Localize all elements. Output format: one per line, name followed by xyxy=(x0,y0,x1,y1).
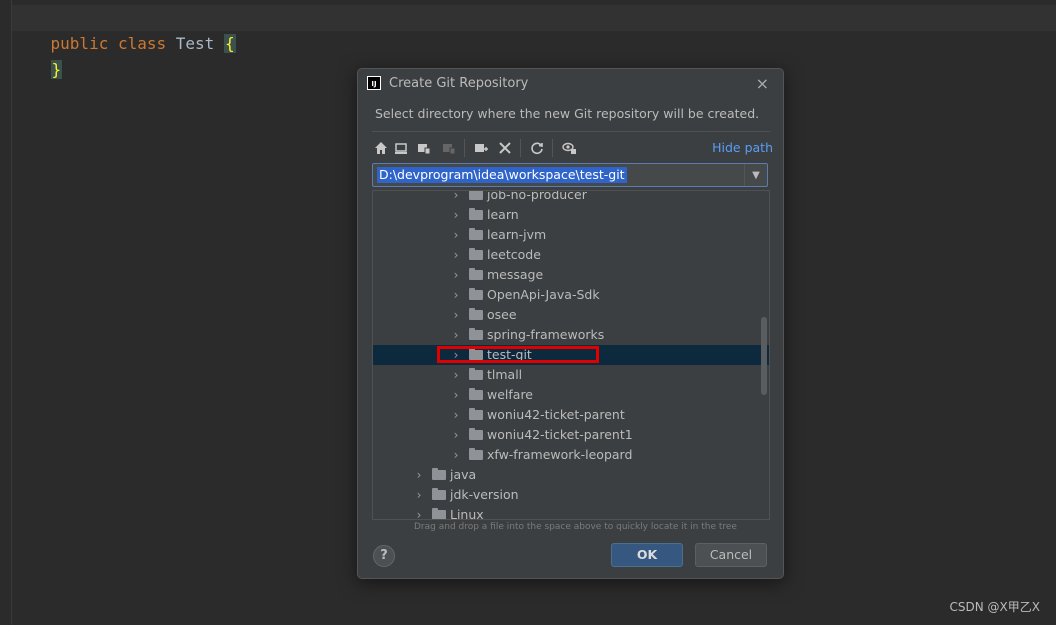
tree-row-label: xfw-framework-leopard xyxy=(487,447,633,462)
tree-scrollbar[interactable] xyxy=(761,317,767,395)
new-folder-icon[interactable] xyxy=(472,139,490,157)
dialog-title: Create Git Repository xyxy=(389,76,529,91)
chevron-right-icon[interactable]: › xyxy=(451,385,461,405)
chevron-right-icon[interactable]: › xyxy=(451,205,461,225)
tree-row-label: leetcode xyxy=(487,247,541,262)
chevron-right-icon[interactable]: › xyxy=(451,265,461,285)
project-icon[interactable] xyxy=(415,139,433,157)
chevron-right-icon[interactable]: › xyxy=(451,305,461,325)
chevron-right-icon[interactable]: › xyxy=(451,405,461,425)
folder-icon xyxy=(469,248,483,260)
chevron-right-icon[interactable]: › xyxy=(451,285,461,305)
folder-icon xyxy=(469,228,483,240)
chevron-down-icon[interactable]: ▼ xyxy=(744,164,767,186)
ok-button[interactable]: OK xyxy=(611,543,683,567)
tree-row[interactable]: › java xyxy=(373,465,769,485)
tree-row-label: jdk-version xyxy=(450,487,519,502)
chevron-right-icon[interactable]: › xyxy=(451,325,461,345)
code-line-1[interactable]: public class Test { xyxy=(12,5,1056,53)
tree-row[interactable]: › tlmall xyxy=(373,365,769,385)
tree-row-label: message xyxy=(487,267,544,282)
folder-icon xyxy=(469,388,483,400)
chevron-right-icon[interactable]: › xyxy=(451,245,461,265)
tree-row[interactable]: › woniu42-ticket-parent xyxy=(373,405,769,425)
close-icon[interactable]: × xyxy=(756,74,769,93)
close-brace: } xyxy=(50,60,63,79)
tree-row[interactable]: › leetcode xyxy=(373,245,769,265)
hide-path-link[interactable]: Hide path xyxy=(712,140,773,155)
create-git-repository-dialog: IJ Create Git Repository × Select direct… xyxy=(357,68,784,579)
folder-icon xyxy=(469,308,483,320)
tree-row[interactable]: › woniu42-ticket-parent1 xyxy=(373,425,769,445)
tree-row[interactable]: › welfare xyxy=(373,385,769,405)
folder-icon xyxy=(469,288,483,300)
module-icon[interactable] xyxy=(440,139,458,157)
chevron-right-icon[interactable]: › xyxy=(451,425,461,445)
tree-row-label: java xyxy=(450,467,477,482)
folder-icon xyxy=(469,208,483,220)
drag-drop-hint: Drag and drop a file into the space abov… xyxy=(414,522,737,532)
toolbar-separator xyxy=(520,139,521,157)
folder-icon xyxy=(432,508,446,519)
tree-row[interactable]: › OpenApi-Java-Sdk xyxy=(373,285,769,305)
folder-icon xyxy=(469,368,483,380)
separator xyxy=(372,131,770,132)
chevron-right-icon[interactable]: › xyxy=(451,191,461,205)
tree-row-label: learn xyxy=(487,207,519,222)
help-button[interactable]: ? xyxy=(373,545,395,567)
cancel-button[interactable]: Cancel xyxy=(695,543,767,567)
code-line-2[interactable]: } xyxy=(12,31,1056,79)
folder-icon xyxy=(469,191,483,200)
tree-row[interactable]: › learn xyxy=(373,205,769,225)
delete-icon[interactable] xyxy=(496,139,514,157)
tree-row[interactable]: › jdk-version xyxy=(373,485,769,505)
toolbar-separator xyxy=(552,139,553,157)
tree-row-label: welfare xyxy=(487,387,534,402)
watermark: CSDN @X甲乙X xyxy=(949,600,1040,614)
directory-tree[interactable]: › Linux › jdk-version › java › xfw-framework-le… xyxy=(372,190,770,520)
dialog-description: Select directory where the new Git repos… xyxy=(375,106,760,121)
home-icon[interactable] xyxy=(372,139,390,157)
tree-row[interactable]: › osee xyxy=(373,305,769,325)
folder-icon xyxy=(432,468,446,480)
tree-row[interactable]: › xfw-framework-leopard xyxy=(373,445,769,465)
folder-icon xyxy=(432,488,446,500)
tree-row-label: job-no-producer xyxy=(487,190,587,202)
toolbar-separator xyxy=(464,139,465,157)
intellij-app-icon: IJ xyxy=(367,76,381,90)
tree-row-label: woniu42-ticket-parent xyxy=(487,407,625,422)
desktop-icon[interactable] xyxy=(392,139,410,157)
chevron-right-icon[interactable]: › xyxy=(414,465,424,485)
tree-row[interactable]: › spring-frameworks xyxy=(373,325,769,345)
chevron-right-icon[interactable]: › xyxy=(451,445,461,465)
folder-icon xyxy=(469,268,483,280)
folder-icon xyxy=(469,428,483,440)
folder-icon xyxy=(469,448,483,460)
tree-row-label: learn-jvm xyxy=(487,227,547,242)
annotation-highlight-box xyxy=(437,346,599,363)
tree-row-label: tlmall xyxy=(487,367,523,382)
refresh-icon[interactable] xyxy=(528,139,546,157)
folder-icon xyxy=(469,408,483,420)
path-combo-box[interactable]: D:\devprogram\idea\workspace\test-git ▼ xyxy=(372,163,768,187)
show-hidden-icon[interactable] xyxy=(560,139,578,157)
tree-row-label: woniu42-ticket-parent1 xyxy=(487,427,633,442)
tree-row-label: osee xyxy=(487,307,517,322)
chevron-right-icon[interactable]: › xyxy=(451,225,461,245)
dialog-title-bar[interactable]: IJ Create Git Repository × xyxy=(358,69,783,99)
tree-row[interactable]: › learn-jvm xyxy=(373,225,769,245)
tree-row-label: spring-frameworks xyxy=(487,327,605,342)
path-input[interactable]: D:\devprogram\idea\workspace\test-git xyxy=(377,167,627,183)
tree-row-label: Linux xyxy=(450,507,484,520)
chevron-right-icon[interactable]: › xyxy=(451,365,461,385)
folder-icon xyxy=(469,328,483,340)
chevron-right-icon[interactable]: › xyxy=(414,485,424,505)
tree-row-label: OpenApi-Java-Sdk xyxy=(487,287,600,302)
chevron-right-icon[interactable]: › xyxy=(414,505,424,519)
tree-row[interactable]: › job-no-producer xyxy=(373,190,769,205)
tree-row[interactable]: › message xyxy=(373,265,769,285)
file-chooser-toolbar: Hide path xyxy=(372,137,773,159)
tree-row[interactable]: › Linux xyxy=(373,505,769,520)
